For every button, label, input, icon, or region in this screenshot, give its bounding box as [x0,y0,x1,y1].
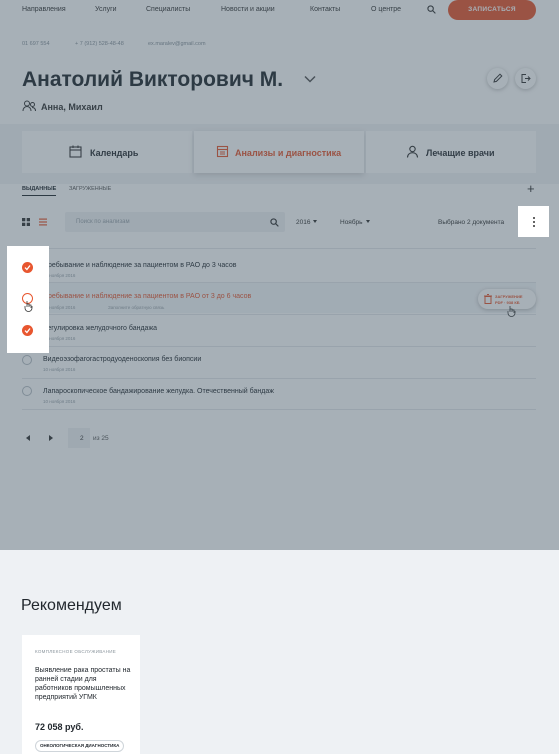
card-price: 72 058 руб. [35,722,84,732]
more-options-button[interactable] [518,206,549,237]
hand-cursor-icon [24,301,33,312]
row-checkbox-checked[interactable] [22,262,33,273]
recommendation-card[interactable]: КОМПЛЕКСНОЕ ОБСЛУЖИВАНИЕ Выявление рака … [22,635,140,754]
section-title: Рекомендуем [21,597,122,614]
dot [533,225,535,227]
checkmark-icon [24,328,31,334]
dim-overlay [0,0,559,550]
card-category: КОМПЛЕКСНОЕ ОБСЛУЖИВАНИЕ [35,649,117,654]
card-tag[interactable]: ОНКОЛОГИЧЕСКАЯ ДИАГНОСТИКА [35,740,125,752]
card-description: Выявление рака простаты на ранней стадии… [35,667,131,701]
patient-page: Направления Услуги Специалисты Новости и… [0,0,559,550]
checkmark-icon [24,265,31,271]
row-checkbox-checked[interactable] [22,325,33,336]
dot [533,221,535,223]
dot [533,217,535,219]
